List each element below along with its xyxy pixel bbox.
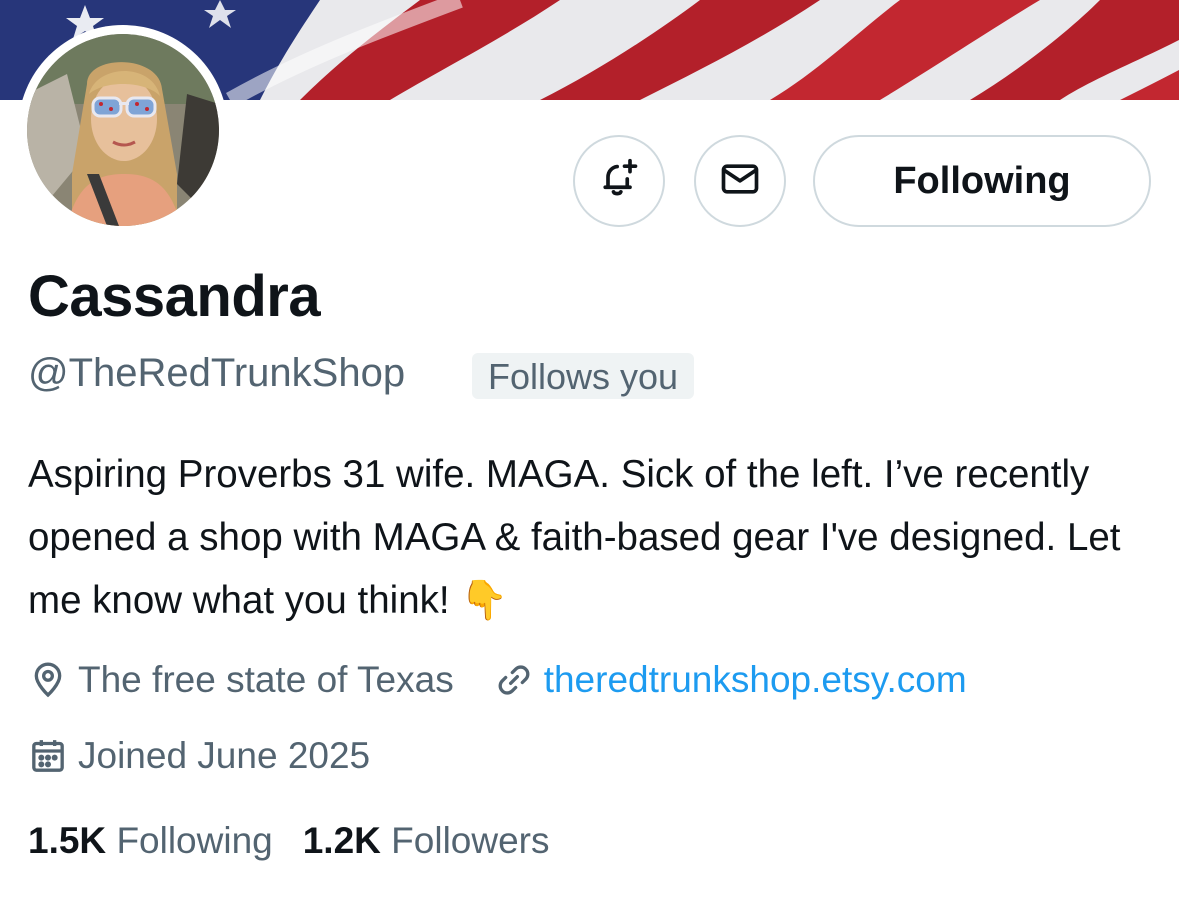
display-name: Cassandra xyxy=(28,264,321,329)
notify-button[interactable] xyxy=(573,135,665,227)
following-count: 1.5K xyxy=(28,820,107,861)
link-icon xyxy=(494,660,534,700)
bell-plus-icon xyxy=(597,157,641,206)
followers-stat[interactable]: 1.2K Followers xyxy=(303,816,550,866)
envelope-icon xyxy=(718,157,762,206)
website-link[interactable]: theredtrunkshop.etsy.com xyxy=(544,656,967,704)
followers-count: 1.2K xyxy=(302,820,381,861)
follows-you-badge: Follows you xyxy=(472,353,695,399)
following-label: Following xyxy=(116,820,273,861)
avatar-ring xyxy=(18,25,228,235)
joined-text: Joined June 2025 xyxy=(78,735,371,776)
message-button[interactable] xyxy=(694,135,786,227)
joined-row: Joined June 2025 xyxy=(28,732,370,780)
following-button[interactable]: Following xyxy=(813,135,1151,227)
following-stat[interactable]: 1.5K Following xyxy=(28,816,273,866)
follow-stats: 1.5K Following 1.2K Followers xyxy=(28,816,550,866)
profile-meta-row: The free state of Texas theredtrunkshop.… xyxy=(28,656,967,704)
location-text: The free state of Texas xyxy=(78,659,454,700)
location-pin-icon xyxy=(28,660,68,700)
avatar[interactable] xyxy=(27,34,219,226)
bio: Aspiring Proverbs 31 wife. MAGA. Sick of… xyxy=(28,453,1121,622)
calendar-icon xyxy=(28,736,68,776)
handle: @TheRedTrunkShop xyxy=(28,351,406,395)
followers-label: Followers xyxy=(391,820,550,861)
